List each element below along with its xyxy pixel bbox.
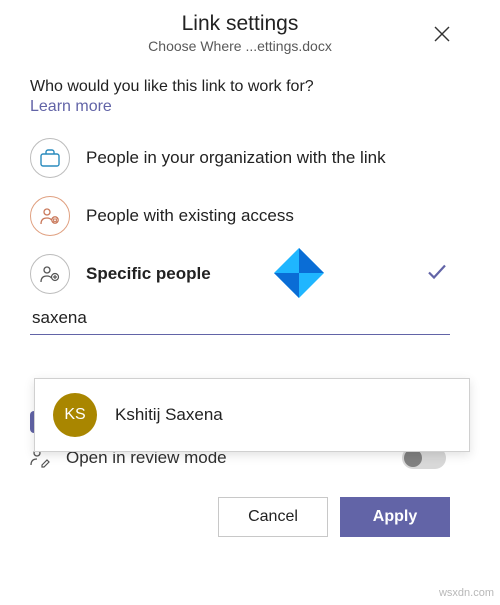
option-specific-label: Specific people	[86, 263, 211, 285]
apply-button[interactable]: Apply	[340, 497, 450, 537]
check-icon	[426, 261, 448, 288]
suggestion-name: Kshitij Saxena	[115, 405, 223, 425]
option-existing-label: People with existing access	[86, 205, 294, 227]
people-lock-icon	[30, 196, 70, 236]
suggestion-item[interactable]: KS Kshitij Saxena	[35, 379, 469, 451]
close-icon	[434, 26, 450, 42]
who-prompt: Who would you like this link to work for…	[30, 78, 450, 96]
avatar: KS	[53, 393, 97, 437]
dialog-footer: Cancel Apply	[30, 497, 450, 537]
dialog-header: Link settings Choose Where ...ettings.do…	[22, 12, 458, 54]
cancel-button[interactable]: Cancel	[218, 497, 328, 537]
watermark: wsxdn.com	[439, 587, 494, 599]
close-button[interactable]	[428, 20, 456, 48]
option-specific[interactable]: Specific people	[30, 252, 450, 296]
people-suggestion-dropdown: KS Kshitij Saxena	[34, 378, 470, 452]
option-org-label: People in your organization with the lin…	[86, 147, 386, 169]
option-org[interactable]: People in your organization with the lin…	[30, 136, 450, 180]
briefcase-icon	[30, 138, 70, 178]
dialog-subtitle: Choose Where ...ettings.docx	[22, 38, 458, 54]
people-search-wrap[interactable]	[30, 302, 450, 335]
dialog-title: Link settings	[22, 12, 458, 36]
people-add-icon	[30, 254, 70, 294]
windows-logo-icon	[270, 246, 328, 300]
learn-more-link[interactable]: Learn more	[30, 98, 450, 116]
people-search-input[interactable]	[30, 302, 450, 335]
option-existing[interactable]: People with existing access	[30, 194, 450, 238]
